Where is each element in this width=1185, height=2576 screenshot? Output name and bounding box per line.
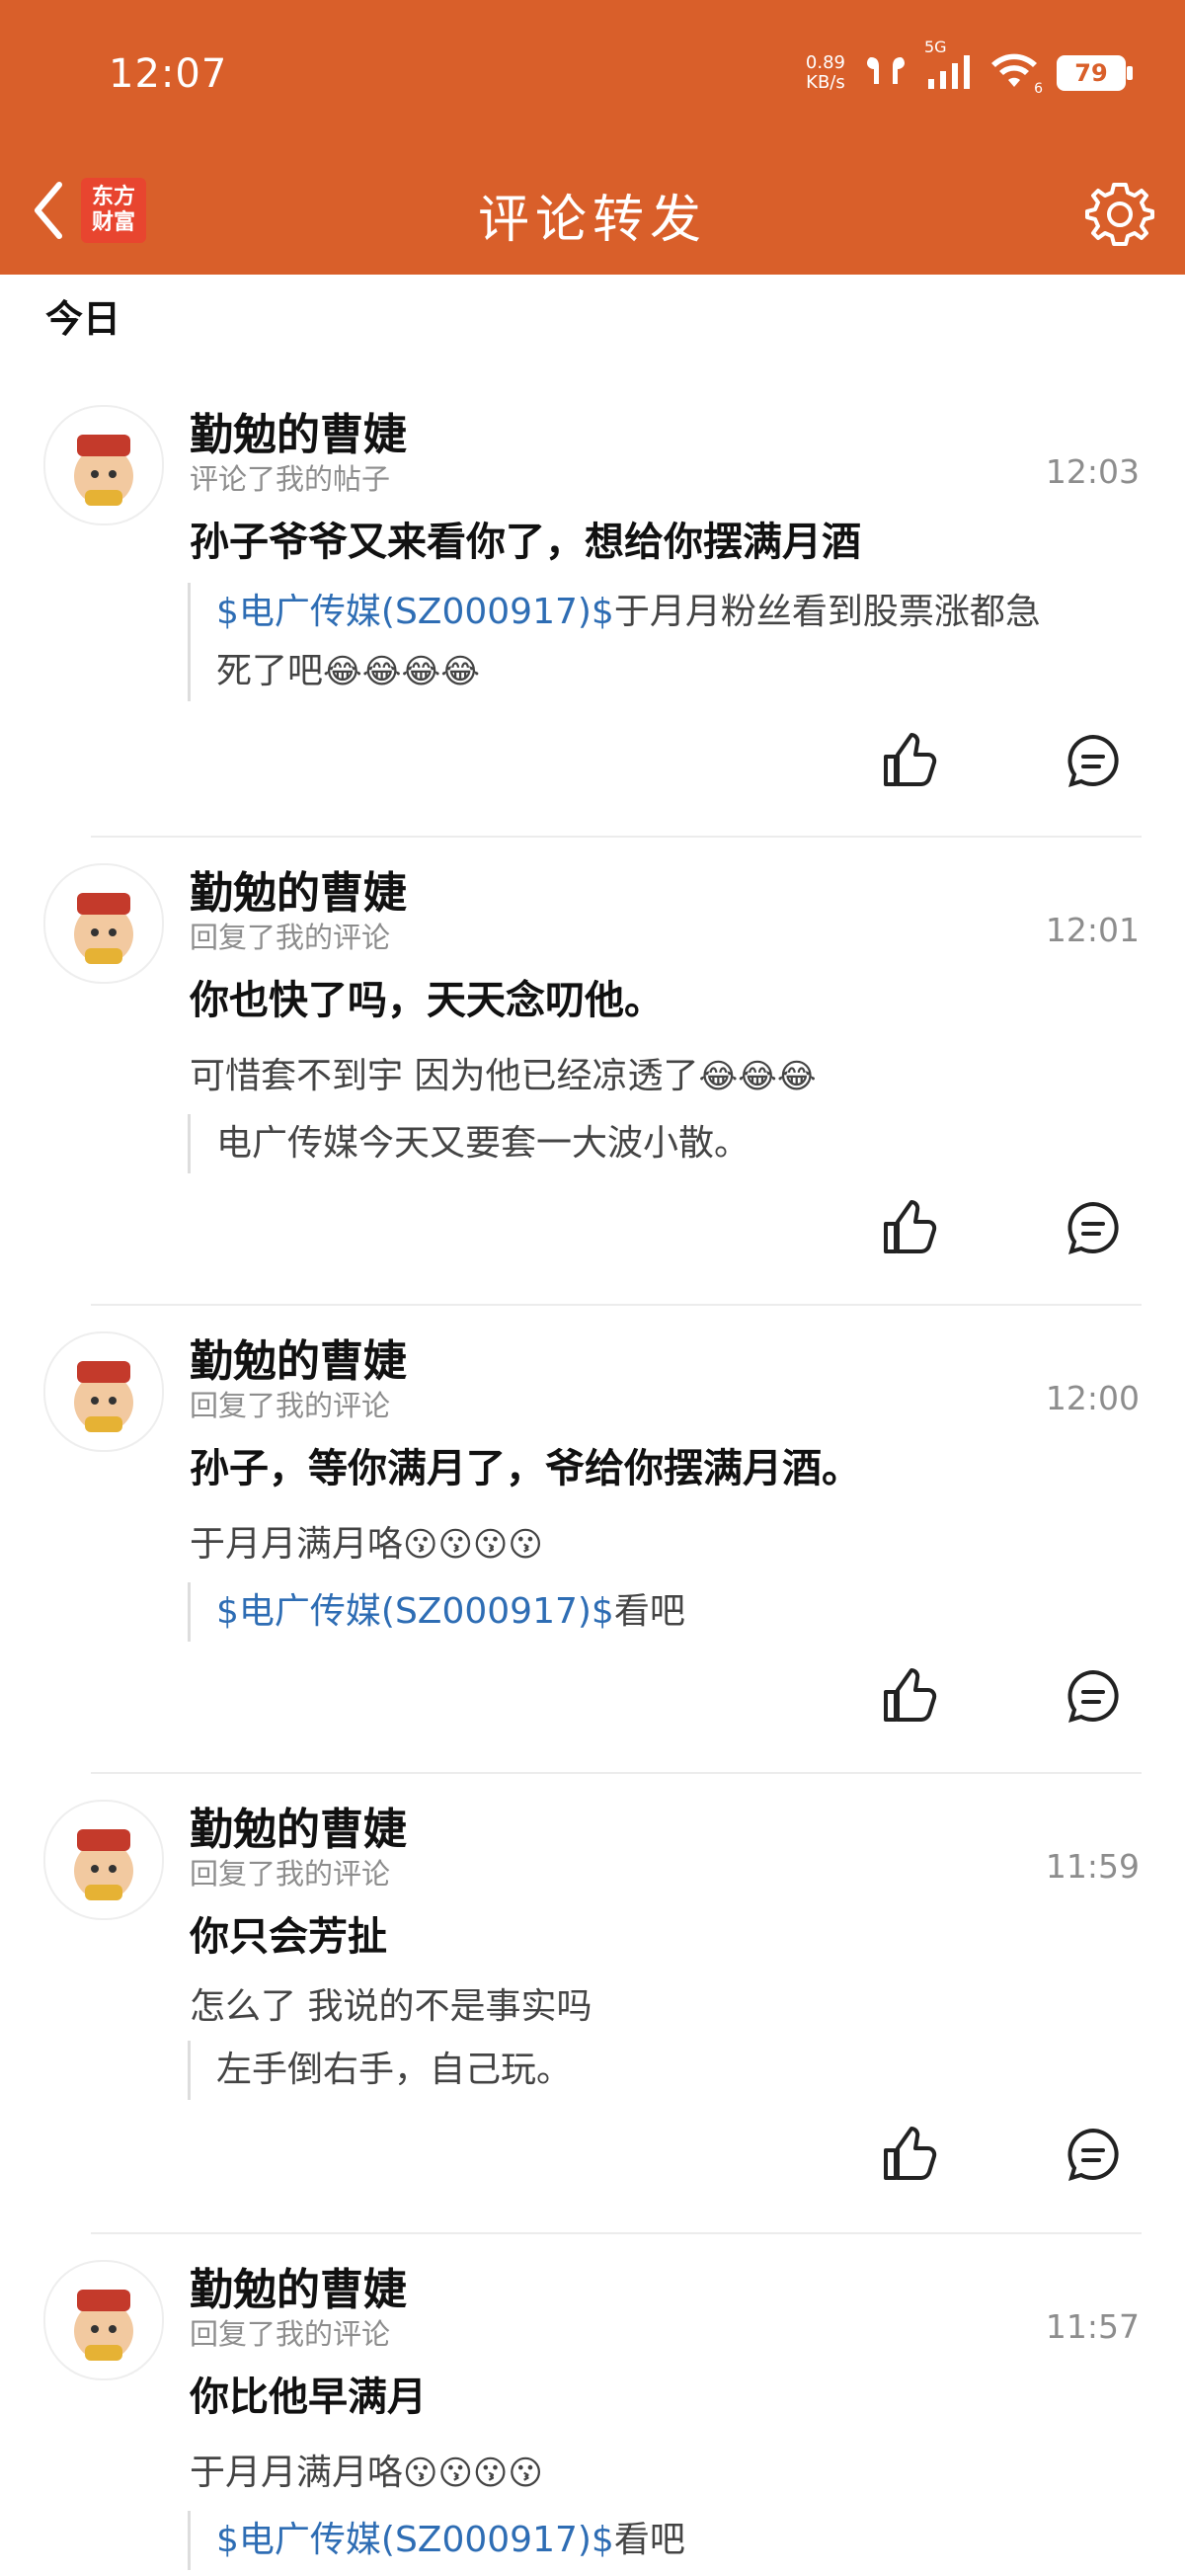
quoted-comment[interactable]: 电广传媒今天又要套一大波小散。 (188, 1114, 1164, 1173)
avatar[interactable] (43, 863, 164, 984)
comment-card[interactable]: 勤勉的曹婕 回复了我的评论 12:00 孙子，等你满月了，爷给你摆满月酒。 于月… (0, 1322, 1185, 1766)
comment-icon (1067, 2128, 1119, 2181)
reply-button[interactable] (1059, 726, 1128, 795)
like-button[interactable] (875, 2120, 944, 2189)
quote-text: 于月月粉丝看到股票涨都急 (613, 592, 1041, 632)
stock-link[interactable]: $电广传媒(SZ000917)$ (216, 592, 614, 632)
comment-time: 12:03 (1045, 452, 1140, 491)
comment-body-text: 于月月满月咯 (190, 2453, 404, 2493)
quote-text: 看吧 (613, 1591, 685, 1632)
quote-text: 左手倒右手，自己玩。 (216, 2050, 573, 2090)
earbuds-icon (863, 51, 908, 95)
like-button[interactable] (875, 1193, 944, 1262)
action-text: 回复了我的评论 (190, 1389, 391, 1422)
emoji-group: 😗😗😗😗 (403, 2454, 543, 2493)
emoji-group: 😂😂😂 (698, 1057, 817, 1096)
commenter-name[interactable]: 勤勉的曹婕 (190, 1794, 407, 1857)
net-speed-unit: KB/s (806, 72, 845, 93)
section-today: 今日 (45, 297, 121, 341)
comment-body: 于月月满月咯😗😗😗😗 (190, 2444, 543, 2495)
comment-time: 11:57 (1045, 2307, 1140, 2346)
comment-card[interactable]: 勤勉的曹婕 回复了我的评论 12:01 你也快了吗，天天念叨他。 可惜套不到宇 … (0, 853, 1185, 1298)
avatar[interactable] (43, 405, 164, 525)
nav-bar: 东方 财富 评论转发 (0, 148, 1185, 275)
emoji-group: 😂😂😂😂 (323, 652, 480, 691)
comment-card[interactable]: 勤勉的曹婕 回复了我的评论 11:59 你只会芳扯 怎么了 我说的不是事实吗 左… (0, 1790, 1185, 2224)
thumbs-up-icon (884, 1200, 937, 1253)
reply-button[interactable] (1059, 2120, 1128, 2189)
status-time: 12:07 (109, 51, 228, 97)
wifi-index: 6 (1034, 81, 1043, 97)
battery-level: 79 (1074, 59, 1108, 87)
divider (91, 2232, 1142, 2234)
action-text: 评论了我的帖子 (190, 462, 391, 496)
battery-indicator: 79 (1057, 55, 1133, 91)
comment-time: 12:01 (1045, 911, 1140, 949)
settings-button[interactable] (1082, 176, 1157, 251)
reply-button[interactable] (1059, 1193, 1128, 1262)
gear-icon (1085, 183, 1154, 246)
quoted-comment[interactable]: $电广传媒(SZ000917)$看吧 (188, 1582, 1164, 1642)
network-label: 5G (924, 38, 947, 56)
divider (91, 836, 1142, 838)
action-text: 回复了我的评论 (190, 2317, 391, 2351)
avatar[interactable] (43, 2260, 164, 2380)
net-speed: 0.89 KB/s (806, 53, 845, 93)
commenter-name[interactable]: 勤勉的曹婕 (190, 857, 407, 921)
like-button[interactable] (875, 1661, 944, 1731)
comment-body: 怎么了 我说的不是事实吗 (190, 1986, 592, 2027)
reply-button[interactable] (1059, 1661, 1128, 1731)
stock-link[interactable]: $电广传媒(SZ000917)$ (216, 2520, 614, 2560)
page-title: 评论转发 (477, 191, 707, 250)
divider (91, 1772, 1142, 1774)
divider (91, 1304, 1142, 1306)
comment-icon (1067, 1201, 1119, 1254)
comment-body: 于月月满月咯😗😗😗😗 (190, 1515, 543, 1567)
comment-headline: 孙子，等你满月了，爷给你摆满月酒。 (190, 1446, 861, 1491)
comment-headline: 你也快了吗，天天念叨他。 (190, 978, 664, 1023)
comment-time: 11:59 (1045, 1847, 1140, 1886)
action-text: 回复了我的评论 (190, 1857, 391, 1891)
quoted-comment[interactable]: 左手倒右手，自己玩。 (188, 2041, 1164, 2100)
comment-body-text: 可惜套不到宇 因为他已经凉透了 (190, 1056, 699, 1096)
action-text: 回复了我的评论 (190, 921, 391, 954)
thumbs-up-icon (884, 2127, 937, 2180)
quote-text: 看吧 (613, 2520, 685, 2560)
quote-text: 电广传媒今天又要套一大波小散。 (216, 1123, 750, 1164)
comment-time: 12:00 (1045, 1379, 1140, 1417)
wifi-icon: 6 (989, 53, 1043, 97)
comment-headline: 你只会芳扯 (190, 1914, 387, 1960)
net-speed-value: 0.89 (805, 52, 845, 73)
thumbs-up-icon (884, 1668, 937, 1722)
status-icons: 0.89 KB/s 5G 6 79 (806, 38, 1133, 97)
like-button[interactable] (875, 726, 944, 795)
comment-body: 可惜套不到宇 因为他已经凉透了😂😂😂 (190, 1047, 817, 1098)
comment-icon (1067, 1669, 1119, 1723)
emoji-group: 😗😗😗😗 (403, 1525, 543, 1565)
comment-icon (1067, 734, 1119, 787)
commenter-name[interactable]: 勤勉的曹婕 (190, 1326, 407, 1389)
quoted-post[interactable]: $电广传媒(SZ000917)$于月月粉丝看到股票涨都急 死了吧😂😂😂😂 (188, 583, 1164, 701)
commenter-name[interactable]: 勤勉的曹婕 (190, 2254, 407, 2317)
signal-icon: 5G (924, 38, 972, 91)
comment-body-text: 于月月满月咯 (190, 1524, 404, 1565)
quoted-comment[interactable]: $电广传媒(SZ000917)$看吧 (188, 2511, 1164, 2570)
top-bar: 12:07 0.89 KB/s 5G 6 79 东方 财富 评论转发 (0, 0, 1185, 275)
comment-card[interactable]: 勤勉的曹婕 评论了我的帖子 12:03 孙子爷爷又来看你了，想给你摆满月酒 $电… (0, 395, 1185, 840)
thumbs-up-icon (884, 733, 937, 786)
quote-text-2: 死了吧 (216, 651, 324, 691)
stock-link[interactable]: $电广传媒(SZ000917)$ (216, 1591, 614, 1632)
comment-headline: 孙子爷爷又来看你了，想给你摆满月酒 (190, 520, 861, 565)
avatar[interactable] (43, 1800, 164, 1920)
comment-card[interactable]: 勤勉的曹婕 回复了我的评论 11:57 你比他早满月 于月月满月咯😗😗😗😗 $电… (0, 2250, 1185, 2576)
commenter-name[interactable]: 勤勉的曹婕 (190, 399, 407, 462)
avatar[interactable] (43, 1331, 164, 1452)
comment-headline: 你比他早满月 (190, 2375, 427, 2420)
status-bar: 12:07 0.89 KB/s 5G 6 79 (0, 0, 1185, 148)
